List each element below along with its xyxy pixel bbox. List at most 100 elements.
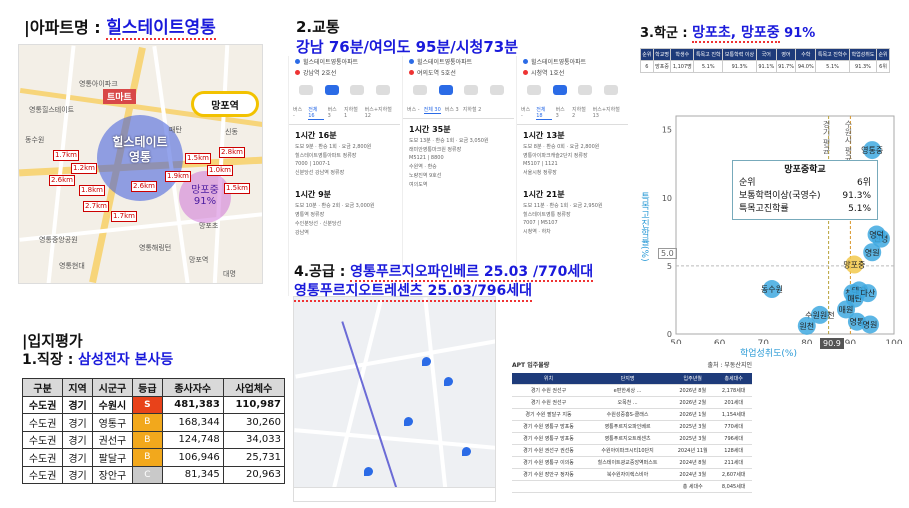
table-cell: 2,178세대 [715, 384, 752, 397]
table-header: 학업성취도 [848, 48, 878, 61]
route-tabs[interactable]: 버스 - 전체 16 버스 3 지하철 1 버스+지하철 12 [289, 102, 400, 125]
route-tab[interactable]: 버스 - [407, 106, 420, 114]
route-stop: 힐스테이트영통아파트 정류장 [295, 153, 357, 159]
route-tab[interactable]: 지하철 2 [572, 106, 589, 120]
transit-icon[interactable] [438, 85, 453, 95]
transit-icon[interactable] [552, 85, 567, 95]
route-meta: 도보 8분 · 환승 0회 · 요금 2,800원 [523, 144, 600, 150]
route-option[interactable]: 1시간 13분 도보 8분 · 환승 0회 · 요금 2,800원 영통아이파크… [517, 125, 628, 176]
table-cell: 1,107명 [670, 60, 695, 73]
table-row: 6 망포중 1,107명 5.1% 91.3% 91.1% 91.7% 94.0% 5.1% 91… [640, 60, 890, 73]
route-option[interactable]: 1시간 21분 도보 11분 · 환승 1회 · 요금 2,950원 힐스테이트… [517, 184, 628, 235]
table-header: 학생수 [670, 48, 695, 61]
mode-selector[interactable] [521, 82, 624, 98]
bike-icon[interactable] [490, 85, 505, 95]
transit-col-gangnam[interactable]: 힐스테이트영통아파트 강남역 2호선 버스 - 전체 16 버스 3 지하철 1 버스+… [288, 56, 400, 296]
transit-col-cityhall[interactable]: 힐스테이트영통아파트 시청역 1호선 버스 - 전체 18 버스 3 지하철 2 버스+… [516, 56, 628, 296]
place-label: 영통중앙공원 [39, 236, 78, 244]
apt-supply-source: 출처 : 부동산지인 [707, 362, 752, 369]
table-header: 보통학력 이상 [722, 48, 757, 61]
table-row: 경기 수원 권선구 권선동 수원아이파크시티10단지 2024년 11월 128세대 [512, 444, 752, 457]
table-cell: 영통구 [91, 413, 134, 432]
apt-pin-icon[interactable] [444, 377, 453, 386]
route-tab[interactable]: 전체 16 [308, 106, 324, 120]
walk-icon[interactable] [464, 85, 479, 95]
table-cell: 6위 [876, 60, 890, 73]
table-header: 국어 [755, 48, 777, 61]
distance-label: 1.5km [224, 183, 251, 194]
route-tab[interactable]: 지하철 1 [344, 106, 361, 120]
y-tick-label: 5 [667, 262, 672, 271]
scatter-point-label: 다산 [860, 288, 875, 298]
total-value: 8,045세대 [715, 480, 752, 493]
route-tabs[interactable]: 버스 - 전체 30 버스 3 지하철 2 [403, 102, 514, 119]
route-tab[interactable]: 버스+지하철 13 [593, 106, 624, 120]
route-option[interactable]: 1시간 16분 도보 9분 · 환승 1회 · 요금 2,800원 힐스테이트영… [289, 125, 400, 176]
apt-pin-icon[interactable] [404, 417, 413, 426]
distance-label: 2.7km [83, 201, 110, 212]
route-tab[interactable]: 버스 - [293, 106, 304, 120]
bike-icon[interactable] [604, 85, 619, 95]
grade-badge: C [132, 465, 163, 484]
school-heading: 3.학군 : 망포초, 망포중 91% [640, 22, 815, 43]
x-tick-label: 50 [670, 339, 682, 344]
mode-selector[interactable] [293, 82, 396, 98]
table-cell: 2024년 3월 [670, 468, 716, 481]
route-tab[interactable]: 버스+지하철 12 [365, 106, 396, 120]
transit-col-yeouido[interactable]: 힐스테이트영통아파트 여의도역 5호선 버스 - 전체 30 버스 3 지하철 2 1… [402, 56, 514, 296]
route-stop: 힐스테이트영통 정류장 [523, 212, 571, 218]
table-cell: 경기 [62, 395, 93, 414]
mode-selector[interactable] [407, 82, 510, 98]
apt-pin-icon[interactable] [364, 467, 373, 476]
apt-pin-icon[interactable] [422, 357, 431, 366]
location-map[interactable]: 트마트 망포역 힐스테이트 영통 망포중 91% 1.7km 1.2km 2.6… [18, 44, 263, 284]
y-tick-label: 0 [667, 330, 672, 339]
supply-map[interactable] [293, 296, 496, 502]
table-cell: 경기 [62, 465, 93, 484]
route-tab[interactable]: 버스 - [521, 106, 532, 120]
table-cell: 오목천 ... [585, 396, 671, 409]
route-tab[interactable]: 지하철 2 [463, 106, 482, 114]
popup-key: 순위 [739, 178, 756, 188]
car-icon[interactable] [412, 85, 427, 95]
route-tab[interactable]: 버스 3 [328, 106, 340, 120]
route-tab[interactable]: 전체 18 [536, 106, 552, 120]
route-tab[interactable]: 버스 3 [445, 106, 459, 114]
walk-icon[interactable] [578, 85, 593, 95]
station-bubble[interactable]: 망포역 [191, 91, 259, 117]
table-header: 사업체수 [222, 378, 286, 397]
table-cell: 20,963 [222, 465, 286, 484]
table-cell: 30,260 [222, 413, 286, 432]
bike-icon[interactable] [376, 85, 391, 95]
route-tab[interactable]: 전체 30 [423, 106, 441, 114]
route-meta: 도보 11분 · 환승 1회 · 요금 2,950원 [523, 203, 603, 209]
route-tabs[interactable]: 버스 - 전체 18 버스 3 지하철 2 버스+지하철 13 [517, 102, 628, 125]
place-label: 망포역 [189, 256, 209, 264]
table-cell: 경기 수원 팔달구 지동 [512, 408, 586, 421]
route-option[interactable]: 1시간 9분 도보 10분 · 환승 2회 · 요금 3,000원 영통역 정류… [289, 184, 400, 236]
table-cell: 110,987 [222, 395, 286, 414]
table-cell: 770세대 [715, 420, 752, 433]
table-row: 수도권 경기 수원시 S 481,383 110,987 [21, 395, 286, 414]
apt-pin-icon[interactable] [462, 447, 471, 456]
route-option[interactable]: 1시간 35분 도보 13분 · 환승 1회 · 요금 3,050원 래미안영통… [403, 119, 514, 188]
job-heading: 1.직장 : 삼성전자 본사등 [22, 349, 173, 369]
walk-icon[interactable] [350, 85, 365, 95]
table-cell: 796세대 [715, 432, 752, 445]
car-icon[interactable] [298, 85, 313, 95]
transit-icon[interactable] [324, 85, 339, 95]
table-row: 경기 수원 영통구 망포동 영통푸르지오트레센츠 2025년 3월 796세대 [512, 432, 752, 445]
distance-label: 1.7km [53, 150, 80, 161]
table-cell: 2025년 3월 [670, 432, 716, 445]
table-cell: 2024년 11월 [670, 444, 716, 457]
apt-heading: |아파트명 : 힐스테이트영통 [24, 13, 216, 40]
table-cell: 권선구 [91, 430, 134, 449]
route-tab[interactable]: 버스 3 [556, 106, 568, 120]
car-icon[interactable] [526, 85, 541, 95]
popup-value: 91.3% [842, 191, 871, 201]
route-time: 1시간 9분 [295, 190, 331, 199]
supply-heading: 4.공급 : 영통푸르지오파인베르 25.03 /770세대 [294, 261, 594, 282]
total-label: 총 세대수 [670, 480, 716, 493]
school-scatter-chart[interactable]: 5060708090100151050경기 평균수원시 평균 망포중영통중신영영… [654, 108, 904, 359]
table-header: 등급 [132, 378, 163, 397]
